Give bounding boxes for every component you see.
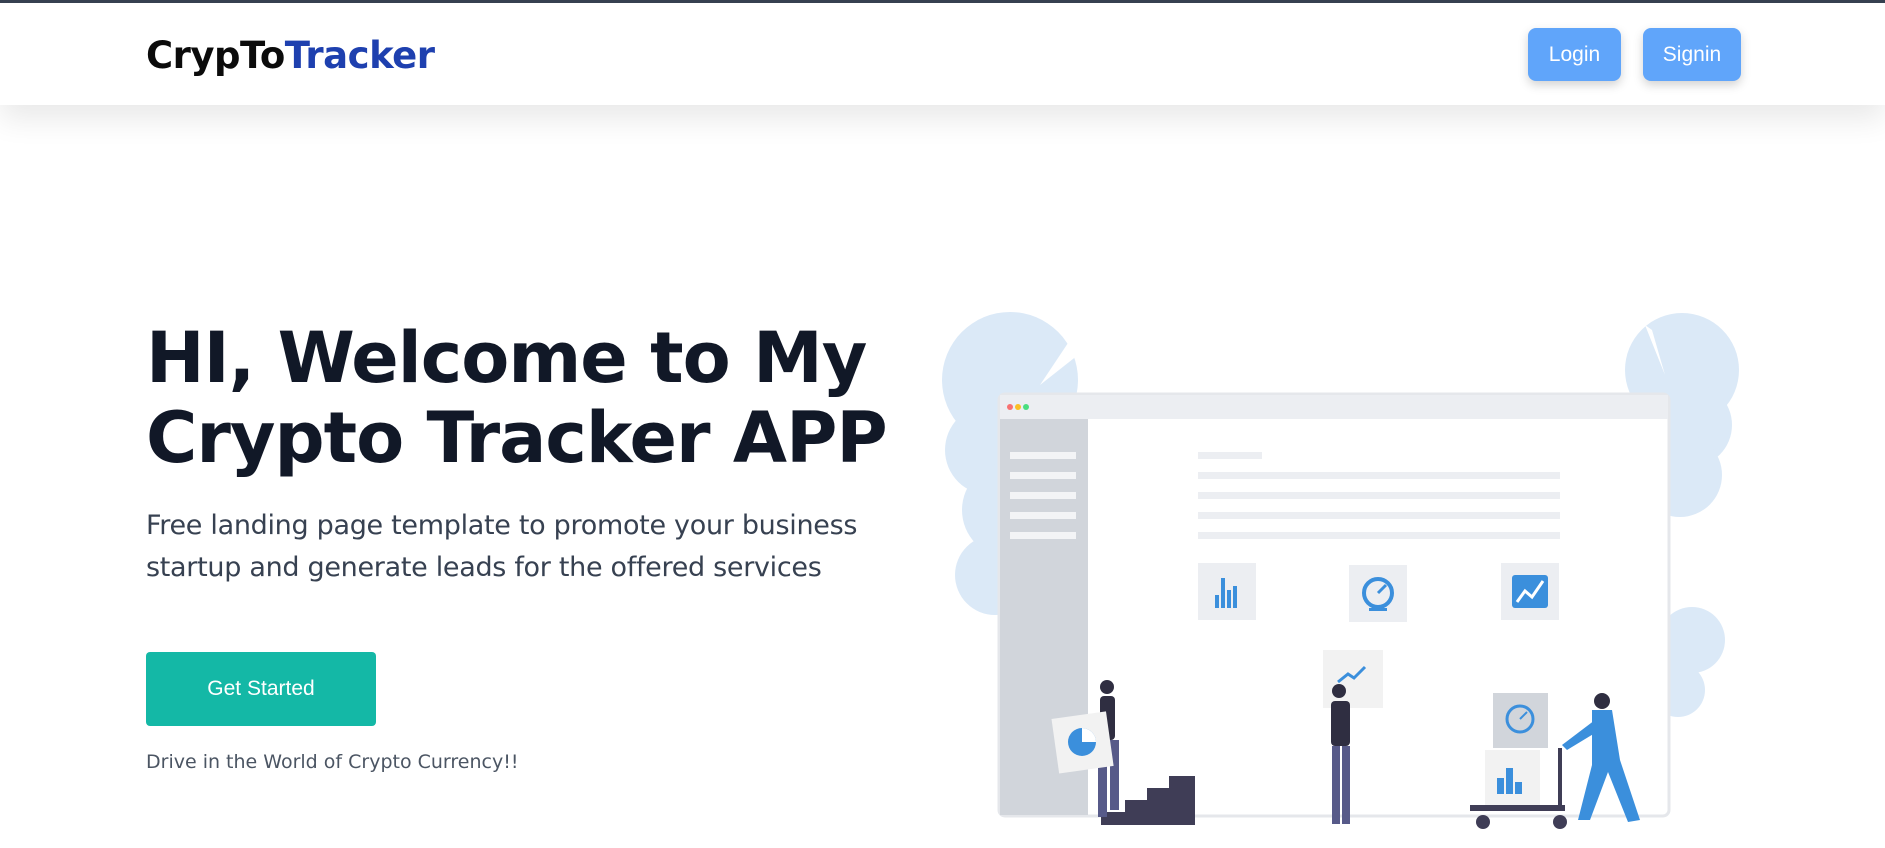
dashboard-illustration bbox=[942, 312, 1739, 829]
signin-button[interactable]: Signin bbox=[1643, 28, 1741, 81]
hero-subtitle-line-1: Free landing page template to promote yo… bbox=[146, 510, 858, 541]
hero-subtitle-line-2: startup and generate leads for the offer… bbox=[146, 552, 822, 583]
hero-title-line-1: HI, Welcome to My bbox=[146, 317, 867, 399]
gauge-icon bbox=[1349, 565, 1407, 622]
login-button[interactable]: Login bbox=[1528, 28, 1621, 81]
hero-subtitle: Free landing page template to promote yo… bbox=[146, 505, 886, 589]
tagline: Drive in the World of Crypto Currency!! bbox=[146, 751, 519, 773]
hero-title-line-2: Crypto Tracker APP bbox=[146, 397, 888, 479]
get-started-button[interactable]: Get Started bbox=[146, 652, 376, 726]
bar-chart-icon bbox=[1198, 563, 1256, 620]
hero-title: HI, Welcome to My Crypto Tracker APP bbox=[146, 318, 906, 478]
logo-text-tracker: Tracker bbox=[284, 34, 435, 77]
line-chart-icon bbox=[1501, 563, 1559, 620]
navbar: CrypToTracker Login Signin bbox=[0, 3, 1885, 105]
logo-text-crypto: CrypTo bbox=[146, 34, 285, 77]
logo[interactable]: CrypToTracker bbox=[146, 33, 435, 79]
